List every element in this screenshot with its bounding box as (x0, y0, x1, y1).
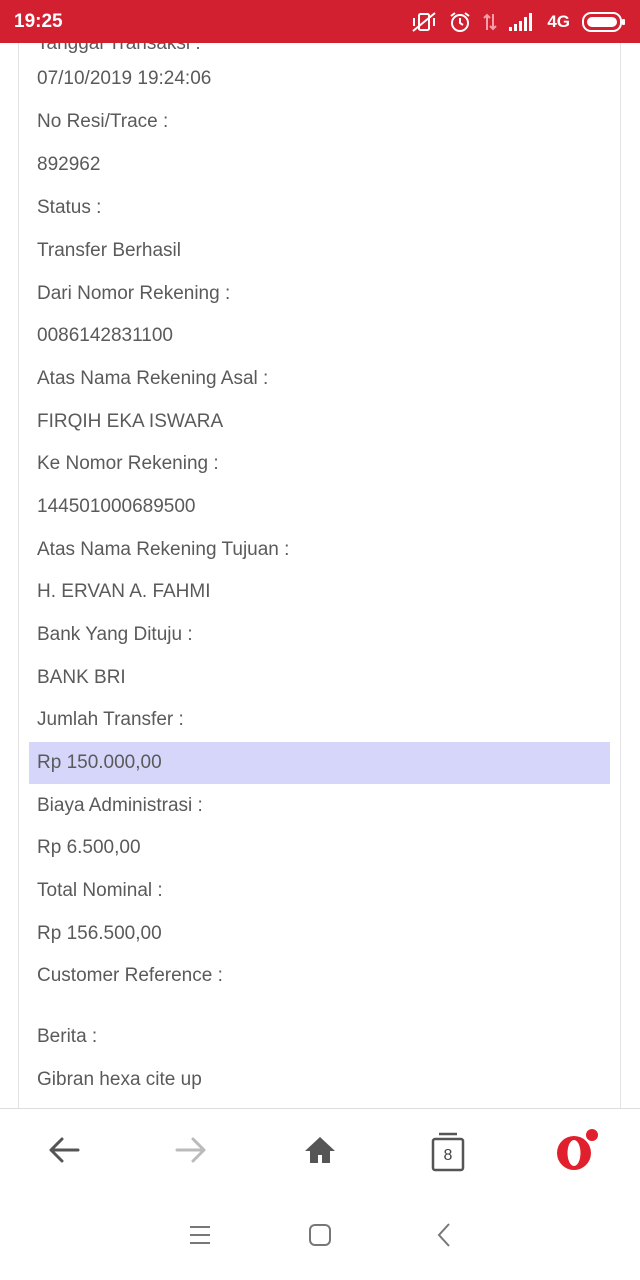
detail-row: Gibran hexa cite up (37, 1069, 202, 1090)
browser-toolbar: 8 (0, 1108, 640, 1196)
detail-row: 892962 (37, 154, 101, 175)
forward-arrow-icon (175, 1136, 207, 1169)
system-nav-bar (0, 1195, 640, 1280)
page-content[interactable]: Tanggal Transaksi :07/10/2019 19:24:06 No… (0, 43, 640, 1108)
detail-row: Jumlah Transfer : (37, 709, 184, 730)
highlighted-detail-row: Rp 150.000,00 (29, 742, 610, 784)
transaction-detail-card: Tanggal Transaksi :07/10/2019 19:24:06 No… (18, 43, 621, 1108)
detail-row: Total Nominal : (37, 880, 163, 901)
detail-row: No Resi/Trace : (37, 111, 169, 132)
data-arrows-icon (483, 12, 498, 32)
status-icons: 4G (411, 11, 626, 33)
back-button[interactable] (24, 1109, 104, 1195)
detail-row: Dari Nomor Rekening : (37, 283, 231, 304)
detail-row: Berita : (37, 1026, 98, 1047)
detail-row: Biaya Administrasi : (37, 795, 203, 816)
detail-row: 0086142831100 (37, 325, 173, 346)
back-arrow-icon (48, 1136, 80, 1169)
detail-row: BANK BRI (37, 667, 126, 688)
signal-icon (509, 12, 535, 31)
detail-row: Customer Reference : (37, 965, 223, 986)
detail-row: Atas Nama Rekening Asal : (37, 368, 269, 389)
home-nav-button[interactable] (280, 1195, 360, 1280)
detail-row: 07/10/2019 19:24:06 (37, 68, 212, 89)
detail-row: Ke Nomor Rekening : (37, 453, 219, 474)
tab-count: 8 (443, 1147, 453, 1164)
back-nav-button[interactable] (404, 1195, 484, 1280)
detail-row: 144501000689500 (37, 496, 196, 517)
menu-icon (188, 1224, 212, 1251)
battery-icon (582, 11, 626, 33)
detail-row: Bank Yang Dituju : (37, 624, 193, 645)
status-time: 19:25 (14, 10, 63, 32)
forward-button[interactable] (151, 1109, 231, 1195)
tabs-button[interactable]: 8 (408, 1109, 488, 1195)
detail-row: H. ERVAN A. FAHMI (37, 581, 211, 602)
detail-row: Rp 156.500,00 (37, 923, 162, 944)
vibrate-off-icon (411, 11, 437, 33)
tabs-icon: 8 (431, 1132, 465, 1172)
home-button[interactable] (280, 1109, 360, 1195)
alarm-icon (449, 11, 471, 33)
detail-row: Transfer Berhasil (37, 240, 181, 261)
recent-apps-button[interactable] (160, 1195, 240, 1280)
opera-logo-icon (554, 1128, 598, 1177)
opera-menu-button[interactable] (536, 1109, 616, 1195)
detail-row: Status : (37, 197, 102, 218)
detail-row: FIRQIH EKA ISWARA (37, 411, 224, 432)
status-bar: 19:25 4G (0, 0, 640, 43)
detail-row: Atas Nama Rekening Tujuan : (37, 539, 290, 560)
home-square-icon (308, 1223, 332, 1252)
home-icon (303, 1135, 337, 1170)
network-type: 4G (547, 11, 570, 31)
detail-row: Rp 6.500,00 (37, 837, 141, 858)
back-chevron-icon (436, 1222, 452, 1253)
